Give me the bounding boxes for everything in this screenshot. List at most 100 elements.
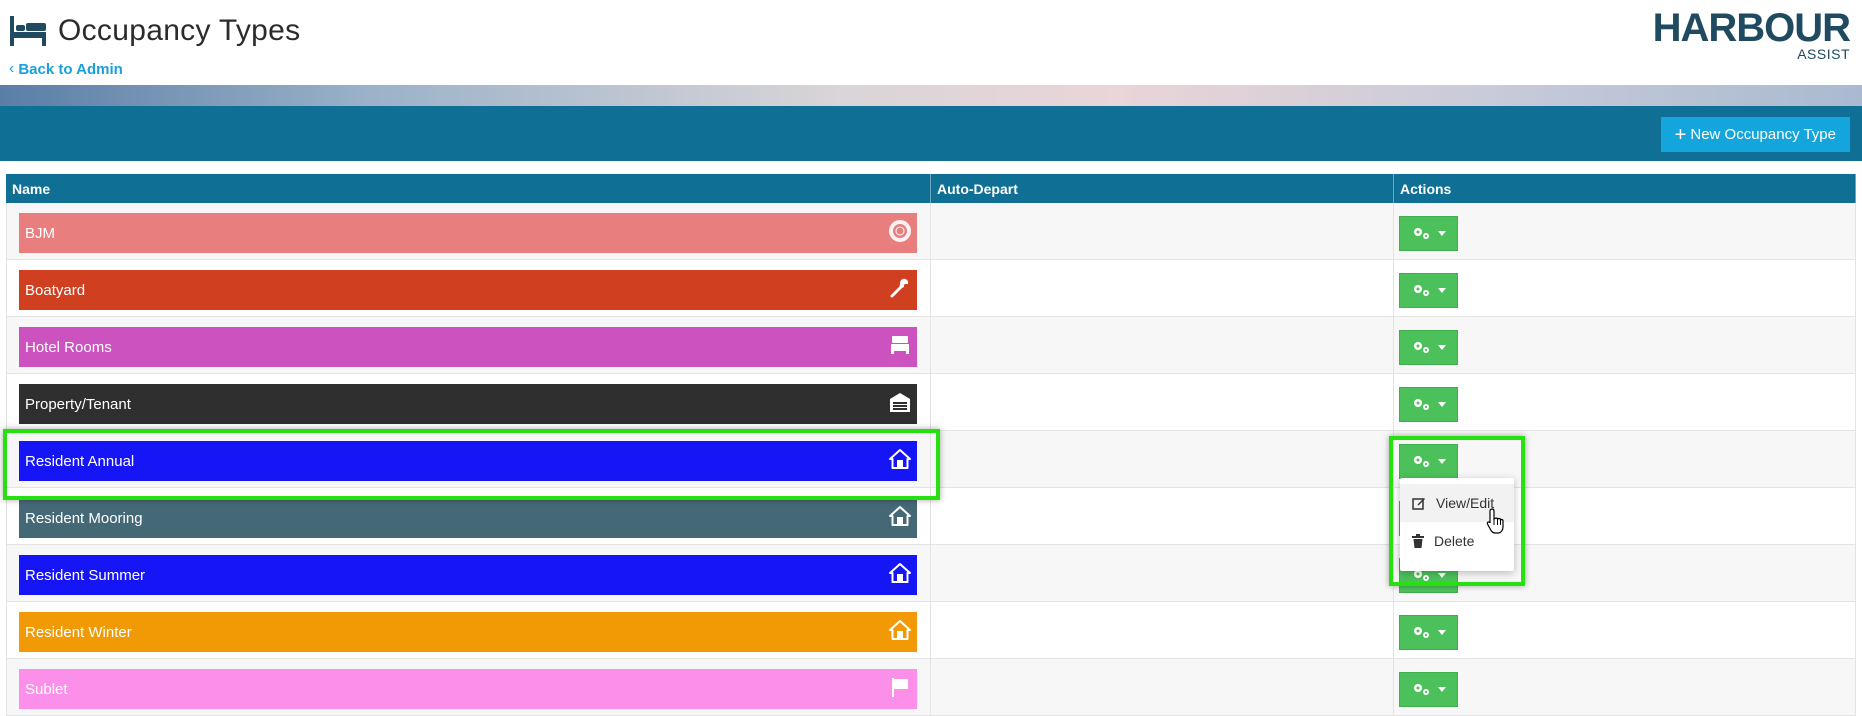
caret-down-icon	[1437, 573, 1446, 578]
occupancy-type-name: Boatyard	[25, 281, 86, 299]
house-icon	[889, 619, 911, 645]
actions-dropdown-button[interactable]	[1399, 330, 1458, 365]
page-title: Occupancy Types	[58, 14, 301, 47]
occupancy-type-name: BJM	[25, 224, 55, 242]
page-header: Occupancy Types ‹ Back to Admin HARBOUR …	[0, 0, 1862, 85]
name-cell: Resident Annual	[6, 431, 931, 487]
caret-down-icon	[1437, 630, 1446, 635]
actions-cell	[1394, 602, 1856, 658]
table-body: BJM Boatyard Hotel Rooms Property/Tenant Res…	[6, 203, 1856, 716]
delete-label: Delete	[1434, 533, 1475, 549]
occupancy-type-name: Sublet	[25, 680, 68, 698]
back-link-label: Back to Admin	[18, 60, 123, 78]
edit-icon	[1412, 498, 1425, 510]
table-row: Resident Annual	[6, 431, 1856, 488]
auto-depart-cell	[931, 602, 1394, 658]
plus-icon: +	[1674, 123, 1687, 146]
name-cell: Resident Winter	[6, 602, 931, 658]
new-button-label: New Occupancy Type	[1690, 126, 1836, 143]
harbour-assist-logo: HARBOUR ASSIST	[1650, 6, 1851, 62]
name-cell: Hotel Rooms	[6, 317, 931, 373]
toolbar: + New Occupancy Type	[0, 106, 1862, 161]
occupancy-type-label: Resident Winter	[19, 612, 917, 652]
new-occupancy-type-button[interactable]: + New Occupancy Type	[1660, 117, 1850, 152]
gears-icon	[1413, 228, 1429, 239]
name-cell: Resident Mooring	[6, 488, 931, 544]
occupancy-type-label: Property/Tenant	[19, 384, 917, 424]
name-cell: Boatyard	[6, 260, 931, 316]
actions-cell	[1394, 203, 1856, 259]
chevron-left-icon: ‹	[9, 60, 15, 77]
occupancy-type-label: Boatyard	[19, 270, 917, 310]
auto-depart-cell	[931, 659, 1394, 715]
caret-down-icon	[1437, 231, 1446, 236]
occupancy-type-name: Resident Annual	[25, 452, 135, 470]
column-header-name[interactable]: Name	[6, 174, 931, 203]
auto-depart-cell	[931, 488, 1394, 544]
column-header-actions: Actions	[1394, 174, 1856, 203]
caret-down-icon	[1437, 459, 1446, 464]
actions-cell	[1394, 317, 1856, 373]
actions-dropdown-button[interactable]	[1399, 273, 1458, 308]
caret-down-icon	[1437, 345, 1446, 350]
gears-icon	[1413, 684, 1429, 695]
bed-icon	[10, 16, 46, 46]
actions-cell	[1394, 260, 1856, 316]
column-header-auto-depart[interactable]: Auto-Depart	[931, 174, 1394, 203]
decorative-banner	[0, 85, 1862, 106]
gears-icon	[1413, 627, 1429, 638]
table-row: Resident Summer	[6, 545, 1856, 602]
table-row: Resident Winter	[6, 602, 1856, 659]
occupancy-type-name: Property/Tenant	[25, 395, 131, 413]
actions-dropdown-button[interactable]	[1399, 615, 1458, 650]
occupancy-type-label: Resident Mooring	[19, 498, 917, 538]
back-to-admin-link[interactable]: ‹ Back to Admin	[9, 60, 123, 78]
occupancy-type-label: Resident Summer	[19, 555, 917, 595]
occupancy-type-name: Resident Summer	[25, 566, 146, 584]
garage-icon	[889, 391, 911, 417]
actions-dropdown-button[interactable]	[1399, 387, 1458, 422]
name-cell: Property/Tenant	[6, 374, 931, 430]
hand-pointer-cursor-icon	[1486, 508, 1504, 534]
occupancy-type-label: Resident Annual	[19, 441, 917, 481]
logo-main-text: HARBOUR	[1652, 6, 1851, 50]
occupancy-type-label: Hotel Rooms	[19, 327, 917, 367]
actions-cell	[1394, 659, 1856, 715]
auto-depart-cell	[931, 317, 1394, 373]
caret-down-icon	[1437, 687, 1446, 692]
gears-icon	[1413, 342, 1429, 353]
occupancy-type-name: Hotel Rooms	[25, 338, 112, 356]
auto-depart-cell	[931, 203, 1394, 259]
occupancy-type-label: Sublet	[19, 669, 917, 709]
gears-icon	[1413, 456, 1429, 467]
gears-icon	[1413, 399, 1429, 410]
caret-down-icon	[1437, 288, 1446, 293]
table-row: BJM	[6, 203, 1856, 260]
table-row: Resident Mooring	[6, 488, 1856, 545]
name-cell: BJM	[6, 203, 931, 259]
occupancy-type-label: BJM	[19, 213, 917, 253]
auto-depart-cell	[931, 260, 1394, 316]
logo-sub-text: ASSIST	[1797, 46, 1850, 62]
name-cell: Sublet	[6, 659, 931, 715]
auto-depart-cell	[931, 545, 1394, 601]
trash-icon	[1412, 534, 1424, 548]
table-row: Property/Tenant	[6, 374, 1856, 431]
wrench-icon	[889, 277, 911, 303]
occupancy-type-name: Resident Winter	[25, 623, 132, 641]
actions-dropdown-button[interactable]	[1399, 444, 1458, 479]
house-icon	[889, 505, 911, 531]
occupancy-type-name: Resident Mooring	[25, 509, 143, 527]
flag-icon	[889, 676, 911, 702]
table-row: Sublet	[6, 659, 1856, 716]
occupancy-types-table: Name Auto-Depart Actions BJM Boatyard Hote…	[6, 174, 1856, 716]
lifebuoy-icon	[889, 220, 911, 246]
gears-icon	[1413, 285, 1429, 296]
actions-dropdown-button[interactable]	[1399, 216, 1458, 251]
name-cell: Resident Summer	[6, 545, 931, 601]
house-icon	[889, 448, 911, 474]
auto-depart-cell	[931, 374, 1394, 430]
house-icon	[889, 562, 911, 588]
caret-down-icon	[1437, 402, 1446, 407]
bed-icon	[889, 334, 911, 360]
